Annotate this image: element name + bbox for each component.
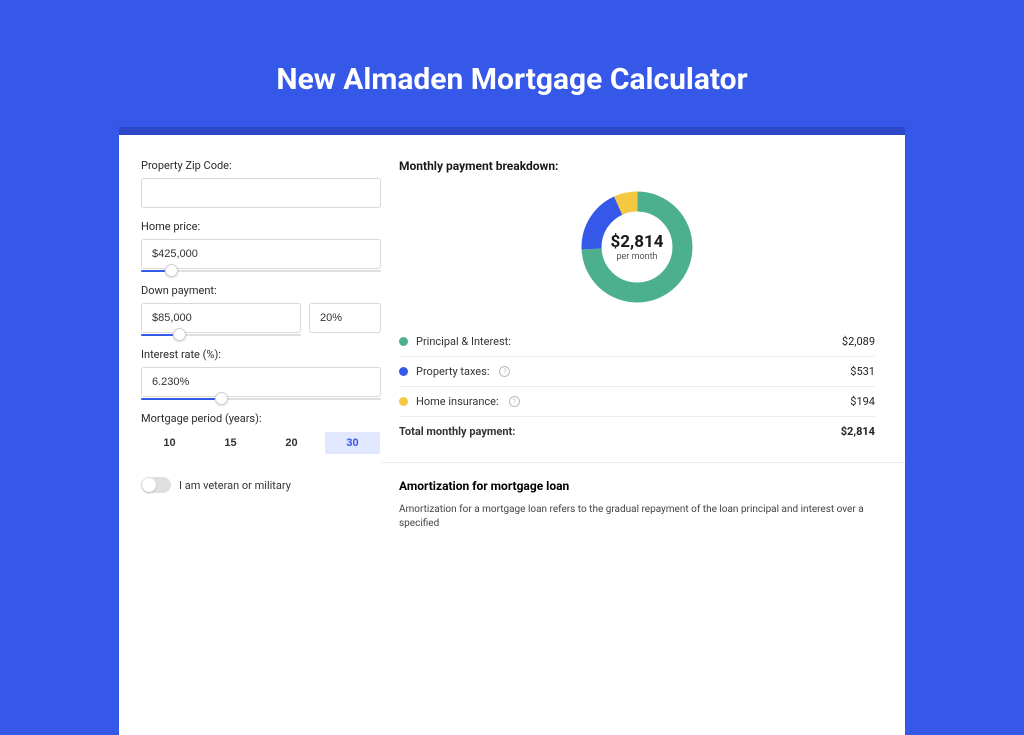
legend-row-total: Total monthly payment: $2,814 [399, 417, 875, 446]
slider-thumb[interactable] [173, 328, 186, 341]
toggle-knob [142, 478, 156, 492]
legend-label-total: Total monthly payment: [399, 425, 515, 438]
period-group: Mortgage period (years): 10 15 20 30 [141, 412, 381, 455]
legend-value-total: $2,814 [841, 425, 875, 438]
swatch-insurance [399, 397, 408, 406]
calculator-card: Property Zip Code: Home price: Down paym… [119, 135, 905, 735]
donut-center: $2,814 per month [577, 187, 697, 307]
zip-group: Property Zip Code: [141, 159, 381, 208]
breakdown-title: Monthly payment breakdown: [399, 159, 875, 173]
period-label: Mortgage period (years): [141, 412, 381, 425]
down-payment-group: Down payment: [141, 284, 381, 336]
legend-row-taxes: Property taxes: ? $531 [399, 357, 875, 387]
info-icon[interactable]: ? [509, 396, 520, 407]
donut-wrap: $2,814 per month [399, 187, 875, 307]
interest-input[interactable] [141, 367, 381, 397]
legend-row-insurance: Home insurance: ? $194 [399, 387, 875, 417]
slider-thumb[interactable] [215, 392, 228, 405]
legend-value-principal: $2,089 [842, 335, 875, 348]
slider-fill [141, 270, 165, 272]
donut-chart: $2,814 per month [577, 187, 697, 307]
period-btn-10[interactable]: 10 [141, 431, 198, 455]
legend-row-principal: Principal & Interest: $2,089 [399, 327, 875, 357]
veteran-toggle[interactable] [141, 477, 171, 493]
slider-thumb[interactable] [165, 264, 178, 277]
swatch-taxes [399, 367, 408, 376]
section-divider [381, 462, 905, 463]
slider-fill [141, 334, 173, 336]
home-price-label: Home price: [141, 220, 381, 233]
down-payment-pct-input[interactable] [309, 303, 381, 333]
period-btn-20[interactable]: 20 [263, 431, 320, 455]
down-payment-input[interactable] [141, 303, 301, 333]
veteran-label: I am veteran or military [179, 479, 291, 492]
interest-label: Interest rate (%): [141, 348, 381, 361]
legend-label-taxes: Property taxes: [416, 365, 489, 378]
legend-value-insurance: $194 [850, 395, 875, 408]
card-shadow: Property Zip Code: Home price: Down paym… [119, 127, 905, 735]
zip-label: Property Zip Code: [141, 159, 381, 172]
home-price-slider[interactable] [141, 270, 381, 272]
home-price-group: Home price: [141, 220, 381, 272]
period-row: 10 15 20 30 [141, 431, 381, 455]
donut-sub: per month [616, 252, 657, 262]
slider-fill [141, 398, 215, 400]
swatch-principal [399, 337, 408, 346]
legend-label-principal: Principal & Interest: [416, 335, 511, 348]
interest-group: Interest rate (%): [141, 348, 381, 400]
donut-amount: $2,814 [611, 232, 664, 252]
breakdown-column: Monthly payment breakdown: $2,814 per mo… [399, 159, 875, 735]
page-title: New Almaden Mortgage Calculator [276, 62, 747, 97]
legend-label-insurance: Home insurance: [416, 395, 499, 408]
period-btn-30[interactable]: 30 [324, 431, 381, 455]
form-column: Property Zip Code: Home price: Down paym… [141, 159, 381, 735]
info-icon[interactable]: ? [499, 366, 510, 377]
legend-value-taxes: $531 [850, 365, 875, 378]
zip-input[interactable] [141, 178, 381, 208]
amortization-title: Amortization for mortgage loan [399, 479, 875, 493]
amortization-text: Amortization for a mortgage loan refers … [399, 503, 875, 531]
veteran-toggle-row: I am veteran or military [141, 477, 381, 493]
period-btn-15[interactable]: 15 [202, 431, 259, 455]
down-payment-label: Down payment: [141, 284, 381, 297]
interest-slider[interactable] [141, 398, 381, 400]
home-price-input[interactable] [141, 239, 381, 269]
down-payment-slider[interactable] [141, 334, 301, 336]
